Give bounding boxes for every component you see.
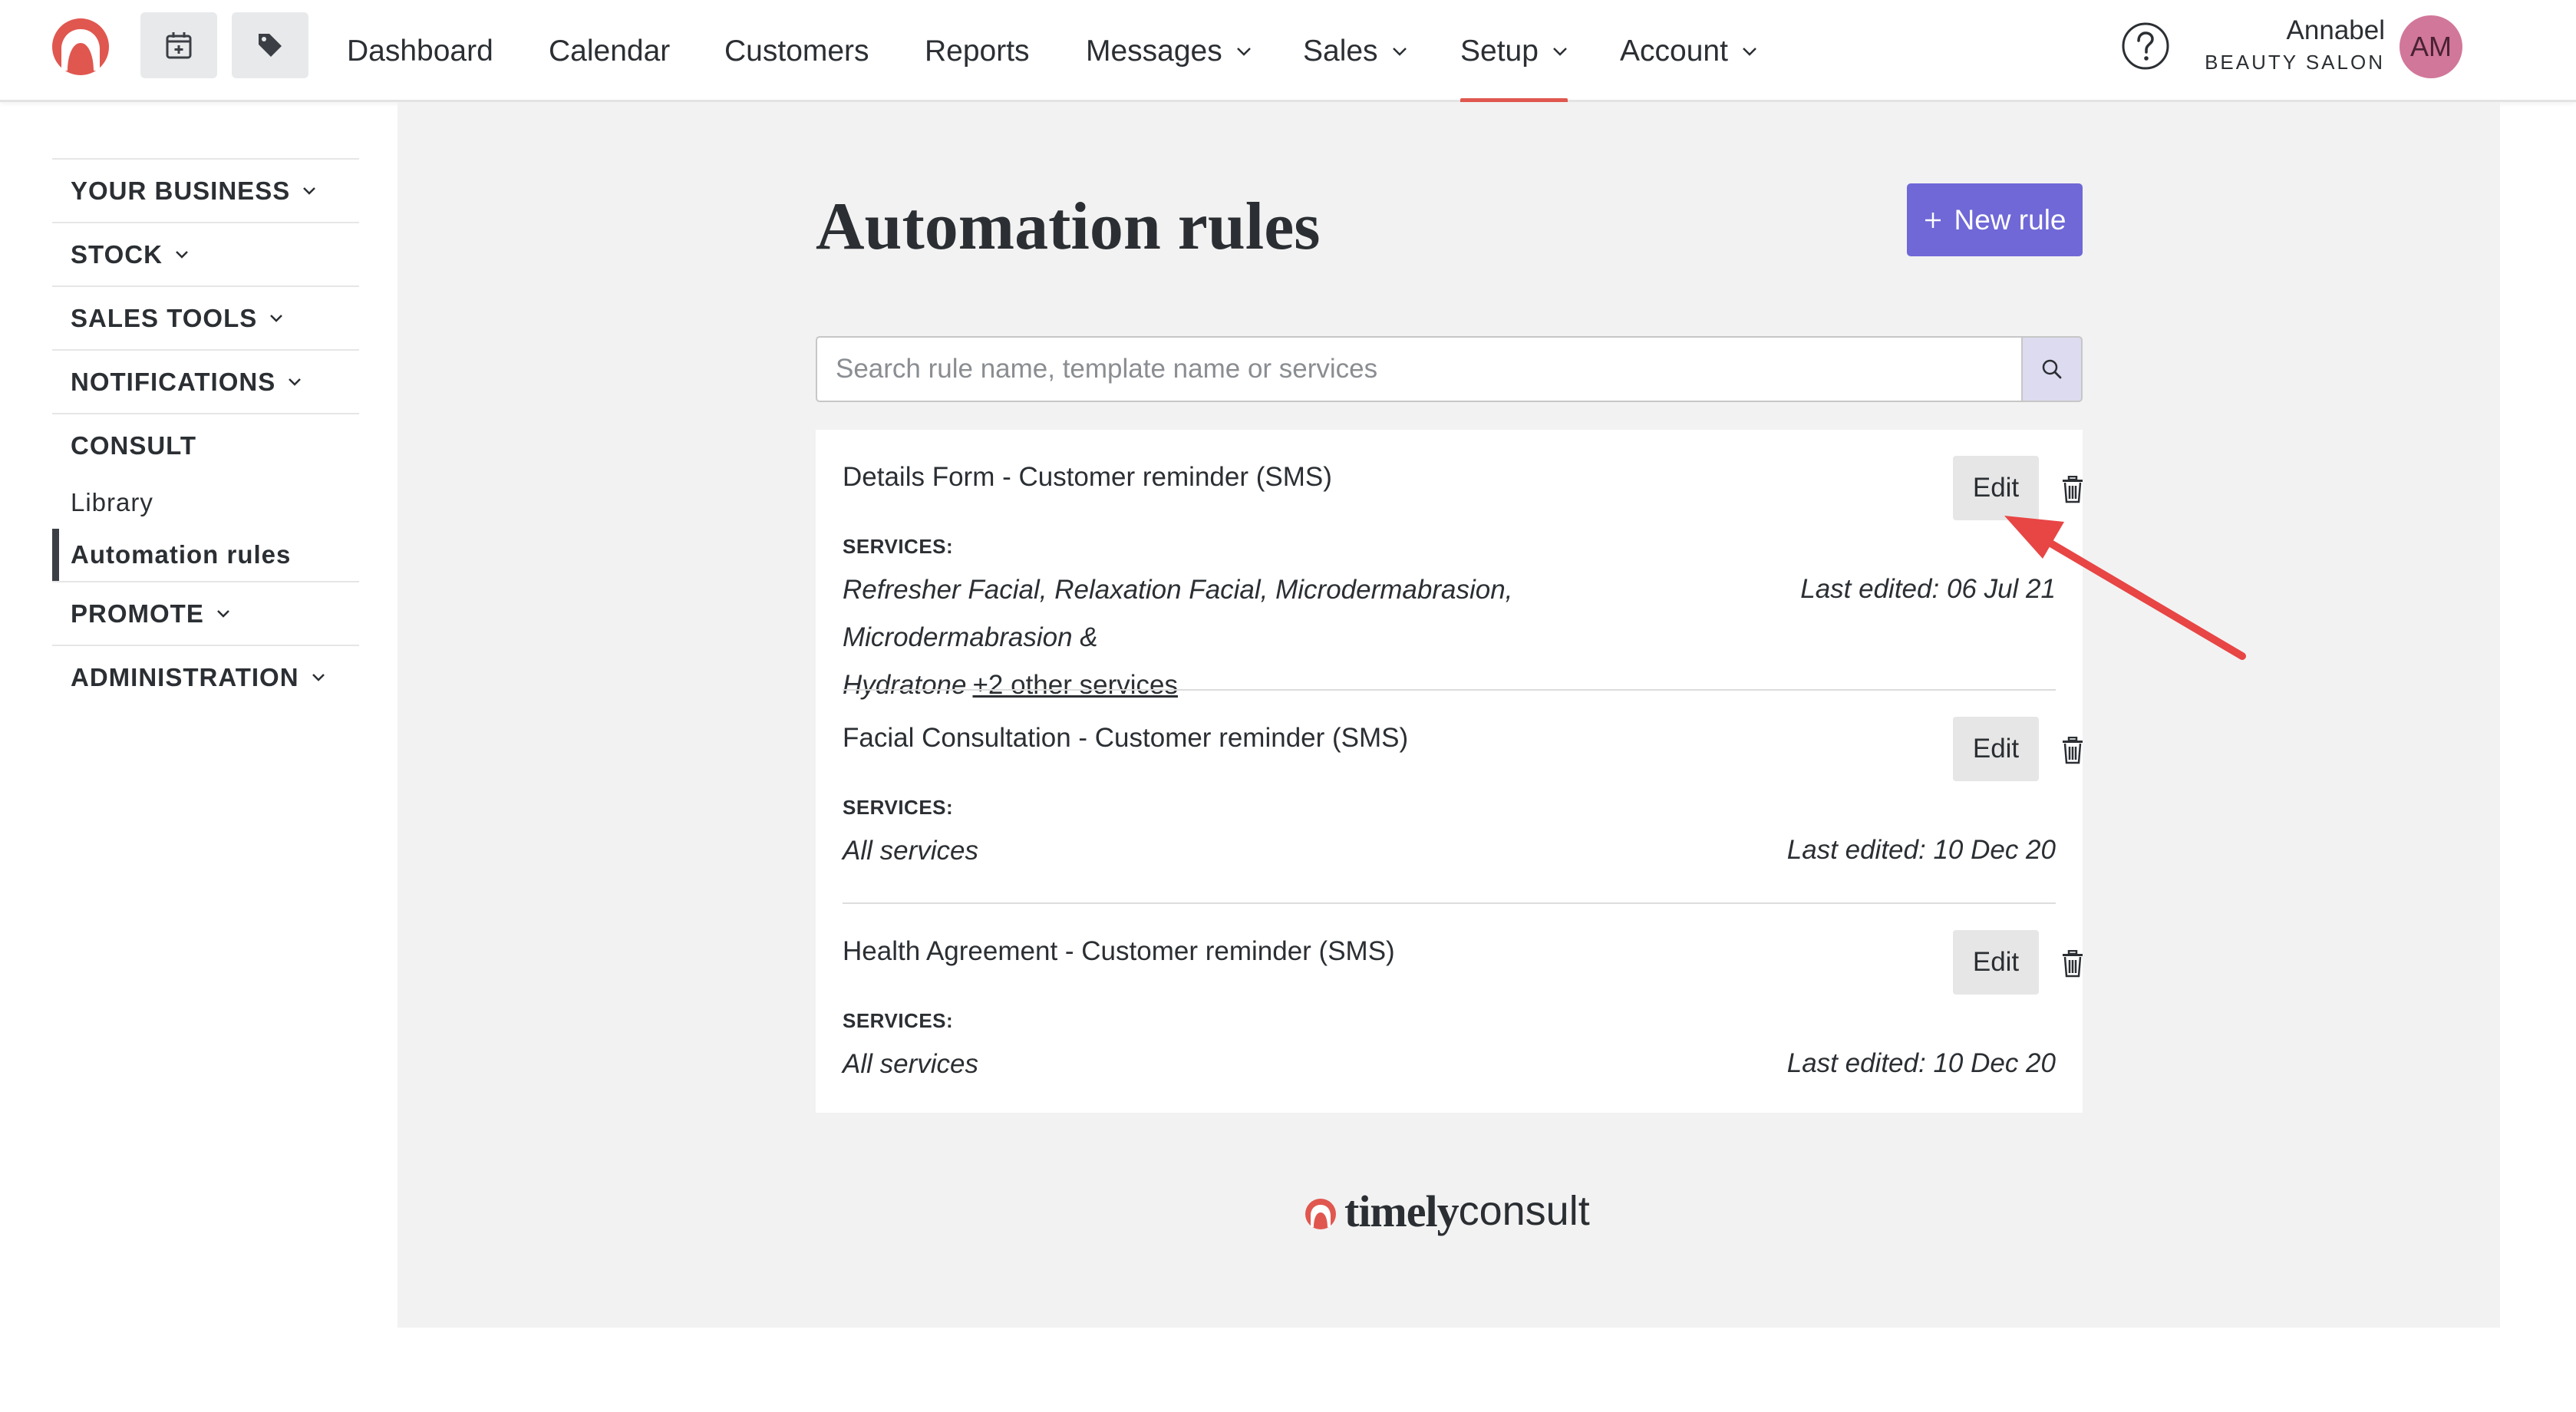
search-input[interactable]: [816, 336, 2021, 402]
calendar-plus-icon: [166, 32, 192, 59]
chevron-down-icon: [289, 378, 302, 386]
trash-icon[interactable]: [2060, 737, 2085, 764]
new-sale-button[interactable]: [232, 12, 308, 78]
nav-dashboard[interactable]: Dashboard: [347, 0, 493, 102]
services-label: SERVICES:: [843, 1009, 954, 1032]
sidebar-section-consult[interactable]: CONSULT: [52, 413, 359, 477]
top-navigation-bar: Dashboard Calendar Customers Reports Mes…: [0, 0, 2576, 104]
edit-button[interactable]: Edit: [1953, 930, 2039, 995]
nav-messages[interactable]: Messages: [1086, 0, 1252, 102]
user-name[interactable]: Annabel: [2287, 15, 2385, 46]
services-label: SERVICES:: [843, 796, 954, 819]
list-item: Details Form - Customer reminder (SMS) E…: [843, 430, 2083, 700]
chevron-down-icon: [1392, 47, 1407, 56]
page-title: Automation rules: [816, 190, 1321, 264]
trash-icon[interactable]: [2060, 950, 2085, 978]
rule-title[interactable]: Health Agreement - Customer reminder (SM…: [843, 936, 1395, 967]
sidebar-section-notifications[interactable]: NOTIFICATIONS: [52, 349, 359, 413]
timely-logo-icon[interactable]: [51, 17, 110, 77]
timely-logo-icon: [1305, 1199, 1336, 1229]
sidebar-section-promote[interactable]: PROMOTE: [52, 581, 359, 645]
brand-name-bold: timely: [1344, 1186, 1460, 1236]
tag-icon: [259, 34, 282, 57]
services-list: All services: [843, 1049, 978, 1079]
automation-rules-list: Details Form - Customer reminder (SMS) E…: [816, 430, 2083, 1113]
timely-consult-logo: timely consult: [1304, 1186, 1590, 1236]
last-edited: Last edited: 10 Dec 20: [1786, 1048, 2056, 1078]
sidebar-section-your-business[interactable]: YOUR BUSINESS: [52, 158, 359, 222]
trash-icon[interactable]: [2060, 476, 2085, 503]
sidebar-section-stock[interactable]: STOCK: [52, 222, 359, 285]
last-edited: Last edited: 10 Dec 20: [1786, 835, 2056, 865]
chevron-down-icon: [1553, 47, 1567, 56]
sidebar-item-automation-rules[interactable]: Automation rules: [52, 529, 359, 581]
chevron-down-icon: [303, 187, 316, 195]
nav-sales[interactable]: Sales: [1303, 0, 1407, 102]
list-item: Health Agreement - Customer reminder (SM…: [843, 904, 2083, 1113]
nav-reports[interactable]: Reports: [925, 0, 1030, 102]
rule-title[interactable]: Details Form - Customer reminder (SMS): [843, 462, 1332, 493]
nav-account[interactable]: Account: [1620, 0, 1757, 102]
sidebar-section-sales-tools[interactable]: SALES TOOLS: [52, 285, 359, 349]
nav-setup[interactable]: Setup: [1460, 0, 1568, 104]
help-icon[interactable]: [2121, 21, 2170, 71]
services-list: Refresher Facial, Relaxation Facial, Mic…: [843, 575, 1513, 700]
list-item: Facial Consultation - Customer reminder …: [843, 691, 2083, 902]
search-button[interactable]: [2021, 336, 2083, 402]
services-label: SERVICES:: [843, 535, 954, 558]
services-list: All services: [843, 836, 978, 866]
search-icon: [2042, 359, 2062, 379]
new-appointment-button[interactable]: [140, 12, 217, 78]
last-edited: Last edited: 06 Jul 21: [1800, 574, 2056, 604]
edit-button[interactable]: Edit: [1953, 717, 2039, 781]
avatar[interactable]: AM: [2400, 15, 2462, 78]
edit-button[interactable]: Edit: [1953, 456, 2039, 520]
chevron-down-icon: [216, 610, 229, 618]
new-rule-button[interactable]: New rule: [1907, 183, 2083, 256]
rule-title[interactable]: Facial Consultation - Customer reminder …: [843, 723, 1408, 754]
settings-sidebar: YOUR BUSINESS STOCK SALES TOOLS NOTIFICA…: [52, 158, 359, 708]
chevron-down-icon: [270, 315, 283, 322]
sidebar-section-administration[interactable]: ADMINISTRATION: [52, 645, 359, 708]
search-bar: [816, 336, 2083, 402]
nav-customers[interactable]: Customers: [724, 0, 869, 102]
chevron-down-icon: [176, 251, 188, 259]
nav-calendar[interactable]: Calendar: [549, 0, 670, 102]
business-name[interactable]: BEAUTY SALON: [2205, 51, 2385, 74]
chevron-down-icon: [312, 674, 325, 681]
sidebar-item-library[interactable]: Library: [52, 477, 359, 529]
plus-icon: [1925, 212, 1941, 228]
chevron-down-icon: [1236, 47, 1251, 56]
chevron-down-icon: [1743, 47, 1756, 56]
brand-name-light: consult: [1458, 1188, 1590, 1234]
